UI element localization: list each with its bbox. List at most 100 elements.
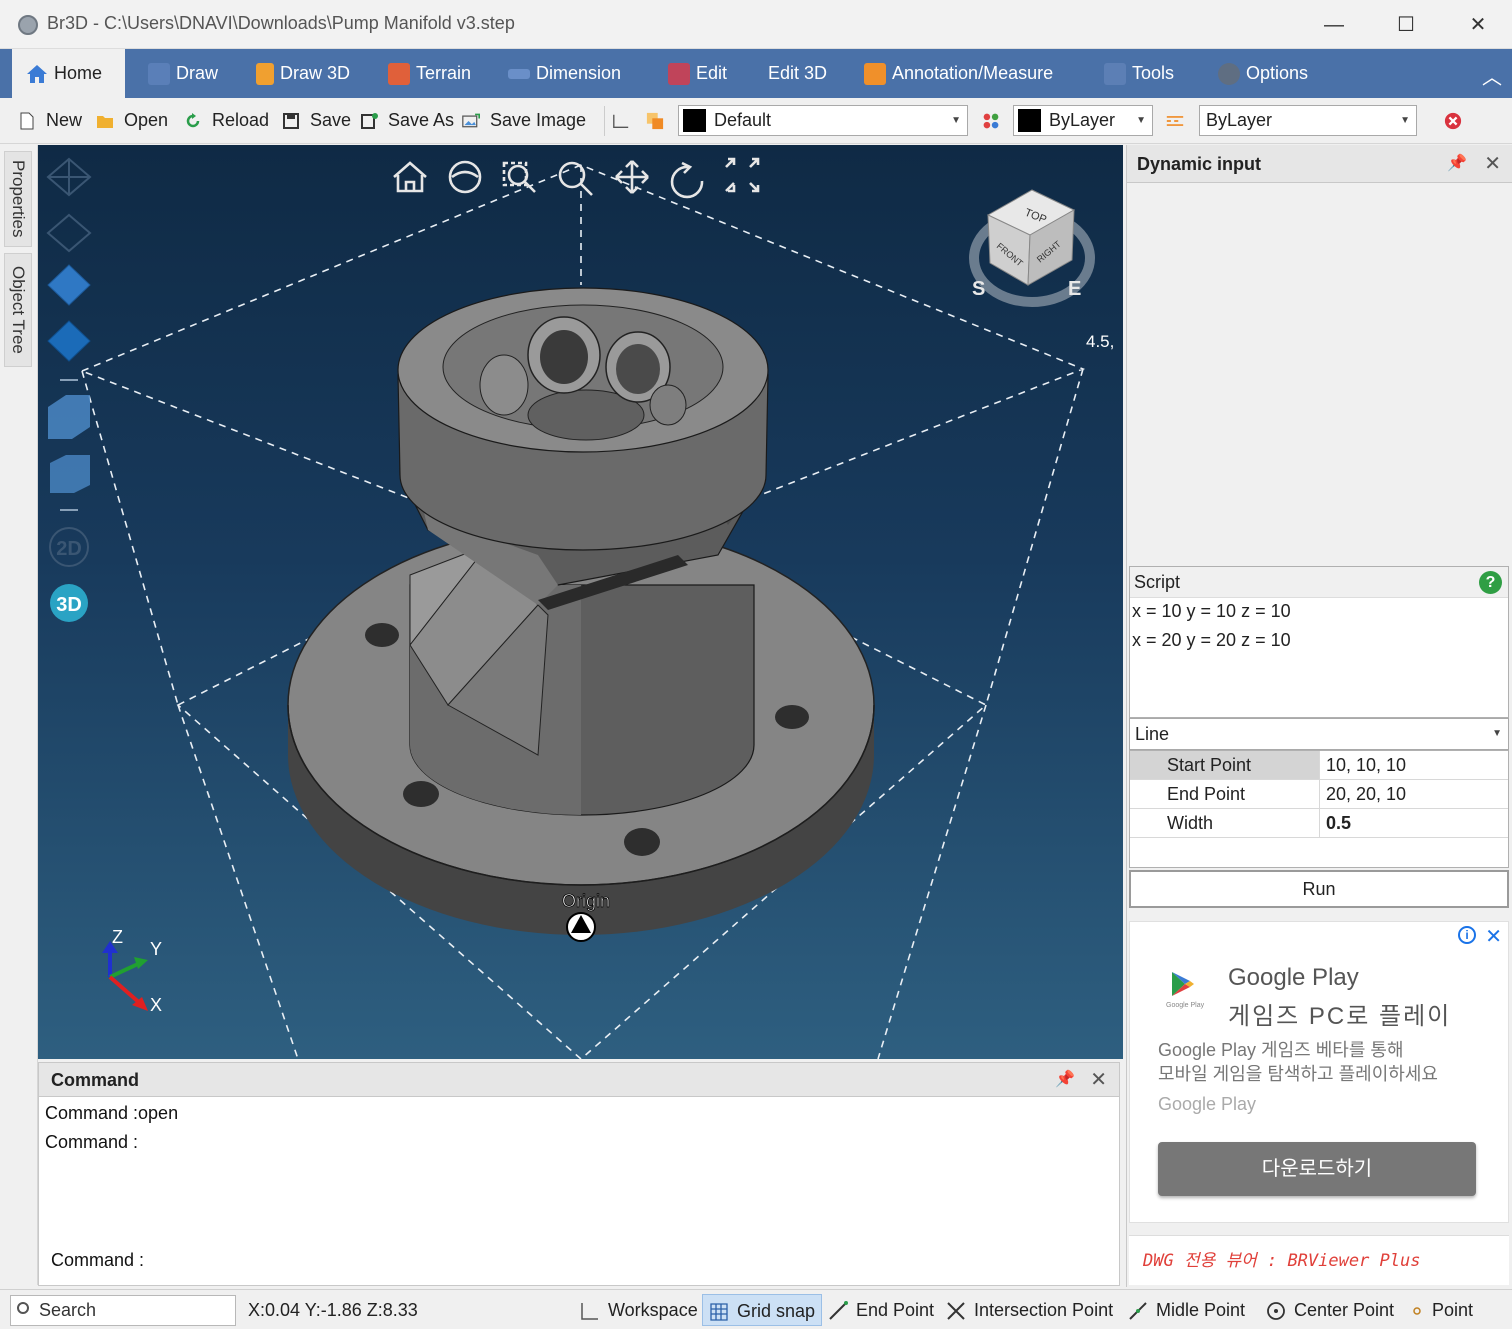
tab-object-tree[interactable]: Object Tree: [4, 253, 32, 367]
property-value[interactable]: 0.5: [1326, 809, 1351, 837]
status-item-label: Center Point: [1294, 1300, 1395, 1320]
dimension-icon: [508, 69, 530, 80]
close-button[interactable]: ✕: [1458, 8, 1498, 42]
script-line[interactable]: x = 20 y = 20 z = 10: [1132, 630, 1291, 651]
pan-icon[interactable]: [615, 160, 649, 194]
iso-box-icon[interactable]: [48, 395, 90, 439]
tab-dimension[interactable]: Dimension: [508, 49, 621, 98]
intersection-point-snap[interactable]: Intersection Point: [946, 1294, 1113, 1326]
property-value[interactable]: 20, 20, 10: [1326, 780, 1406, 808]
hidden-line-icon[interactable]: [46, 213, 92, 253]
tab-properties[interactable]: Properties: [4, 151, 32, 247]
box-view-icon[interactable]: [50, 455, 90, 493]
grid-snap-toggle[interactable]: Grid snap: [702, 1294, 823, 1326]
save-image-button[interactable]: Save Image: [462, 98, 586, 144]
new-button[interactable]: New: [18, 98, 82, 144]
point-icon: [1413, 1307, 1421, 1315]
maximize-button[interactable]: ☐: [1386, 8, 1426, 42]
new-file-icon: [20, 112, 34, 130]
color-select[interactable]: ByLayer ▼: [1013, 105, 1153, 136]
pump-manifold-model: [287, 287, 875, 935]
tab-draw-3d[interactable]: Draw 3D: [256, 49, 350, 98]
tab-tools[interactable]: Tools: [1104, 49, 1174, 98]
property-name: End Point: [1130, 780, 1320, 808]
google-play-icon: [1172, 972, 1194, 996]
command-input[interactable]: Command :: [51, 1250, 144, 1271]
save-button[interactable]: Save: [282, 98, 351, 144]
open-button[interactable]: Open: [96, 98, 168, 144]
search-input[interactable]: Search: [10, 1295, 236, 1326]
download-button[interactable]: 다운로드하기: [1158, 1142, 1476, 1196]
shaded-edges-icon[interactable]: [47, 320, 91, 362]
minimize-button[interactable]: —: [1314, 8, 1354, 42]
reload-button[interactable]: Reload: [184, 98, 269, 144]
wireframe-icon[interactable]: [46, 157, 92, 197]
property-value[interactable]: 10, 10, 10: [1326, 751, 1406, 779]
entity-type-select[interactable]: Line ▼: [1129, 718, 1509, 750]
property-row[interactable]: Start Point 10, 10, 10: [1130, 751, 1508, 780]
midpoint-icon: [1129, 1302, 1147, 1320]
pin-icon[interactable]: 📌: [1447, 145, 1467, 183]
orbit-icon[interactable]: [448, 160, 482, 194]
tab-label: Edit 3D: [768, 63, 828, 83]
collapse-ribbon-button[interactable]: ︿: [1482, 61, 1502, 90]
home-view-icon[interactable]: [393, 161, 427, 193]
linetype-select[interactable]: ByLayer ▼: [1199, 105, 1417, 136]
pin-icon[interactable]: 📌: [1055, 1063, 1075, 1097]
script-label: Script: [1134, 572, 1181, 592]
point-snap[interactable]: Point: [1410, 1294, 1473, 1326]
linetype-button[interactable]: [1166, 98, 1194, 144]
script-line[interactable]: x = 10 y = 10 z = 10: [1132, 601, 1291, 622]
fullscreen-icon[interactable]: [725, 157, 760, 193]
mode-3d-button[interactable]: 3D: [50, 584, 88, 622]
workspace-toggle[interactable]: Workspace: [580, 1294, 698, 1326]
tab-edit[interactable]: Edit: [668, 49, 727, 98]
advertisement[interactable]: i ✕ Google Play Google Play 게임즈 PC로 플레이 …: [1129, 921, 1509, 1223]
tab-draw[interactable]: Draw: [148, 49, 218, 98]
scene-canvas[interactable]: Origin 4.5, TOP FRONT RIGHT S E 2D 3D Z …: [38, 145, 1123, 1059]
axis-triad: Z Y X: [102, 927, 162, 1015]
end-point-snap[interactable]: End Point: [828, 1294, 934, 1326]
new-label: New: [46, 110, 83, 130]
shaded-icon[interactable]: [47, 264, 91, 306]
draw-icon: [148, 63, 170, 86]
palette-icon: [983, 113, 999, 129]
help-icon[interactable]: ?: [1479, 571, 1502, 594]
status-item-label: Midle Point: [1156, 1300, 1246, 1320]
view-cube[interactable]: TOP FRONT RIGHT S E: [969, 189, 1095, 307]
command-panel-title: Command: [51, 1070, 140, 1090]
property-row[interactable]: End Point 20, 20, 10: [1130, 780, 1508, 809]
middle-point-snap[interactable]: Midle Point: [1128, 1294, 1245, 1326]
close-icon[interactable]: ✕: [1484, 145, 1501, 183]
mode-3d-label: 3D: [56, 594, 82, 616]
run-button[interactable]: Run: [1129, 870, 1509, 908]
color-palette-button[interactable]: [982, 98, 1010, 144]
ad-info-icon[interactable]: i: [1458, 926, 1476, 944]
tab-home[interactable]: Home: [12, 49, 125, 98]
tab-edit-3d[interactable]: Edit 3D: [768, 49, 827, 98]
tab-label: Tools: [1132, 63, 1175, 83]
tab-terrain[interactable]: Terrain: [388, 49, 471, 98]
property-row[interactable]: Width 0.5: [1130, 809, 1508, 838]
layer-state-button[interactable]: [646, 98, 674, 144]
folder-icon: [97, 116, 113, 129]
script-editor[interactable]: Script ? x = 10 y = 10 z = 10 x = 20 y =…: [1129, 566, 1509, 718]
draw3d-icon: [256, 63, 274, 86]
ad-close-icon[interactable]: ✕: [1485, 924, 1502, 949]
center-point-icon: [1267, 1302, 1285, 1321]
tab-label: Terrain: [416, 63, 472, 83]
3d-viewport[interactable]: Origin 4.5, TOP FRONT RIGHT S E 2D 3D Z …: [38, 145, 1123, 1059]
mode-2d-button[interactable]: 2D: [49, 527, 89, 567]
center-point-snap[interactable]: Center Point: [1266, 1294, 1394, 1326]
ad-title: Google Play: [1228, 964, 1359, 991]
rotate-icon[interactable]: [670, 161, 704, 199]
close-icon[interactable]: ✕: [1090, 1063, 1107, 1097]
layer-manager-button[interactable]: [612, 98, 640, 144]
zoom-window-icon[interactable]: [502, 161, 536, 193]
layer-select[interactable]: Default ▼: [678, 105, 968, 136]
brviewer-link[interactable]: DWG 전용 뷰어 : BRViewer Plus: [1129, 1235, 1509, 1285]
cancel-button[interactable]: [1444, 98, 1472, 144]
tab-annotation-measure[interactable]: Annotation/Measure: [864, 49, 1053, 98]
save-as-button[interactable]: Save As: [360, 98, 454, 144]
tab-options[interactable]: Options: [1218, 49, 1308, 98]
